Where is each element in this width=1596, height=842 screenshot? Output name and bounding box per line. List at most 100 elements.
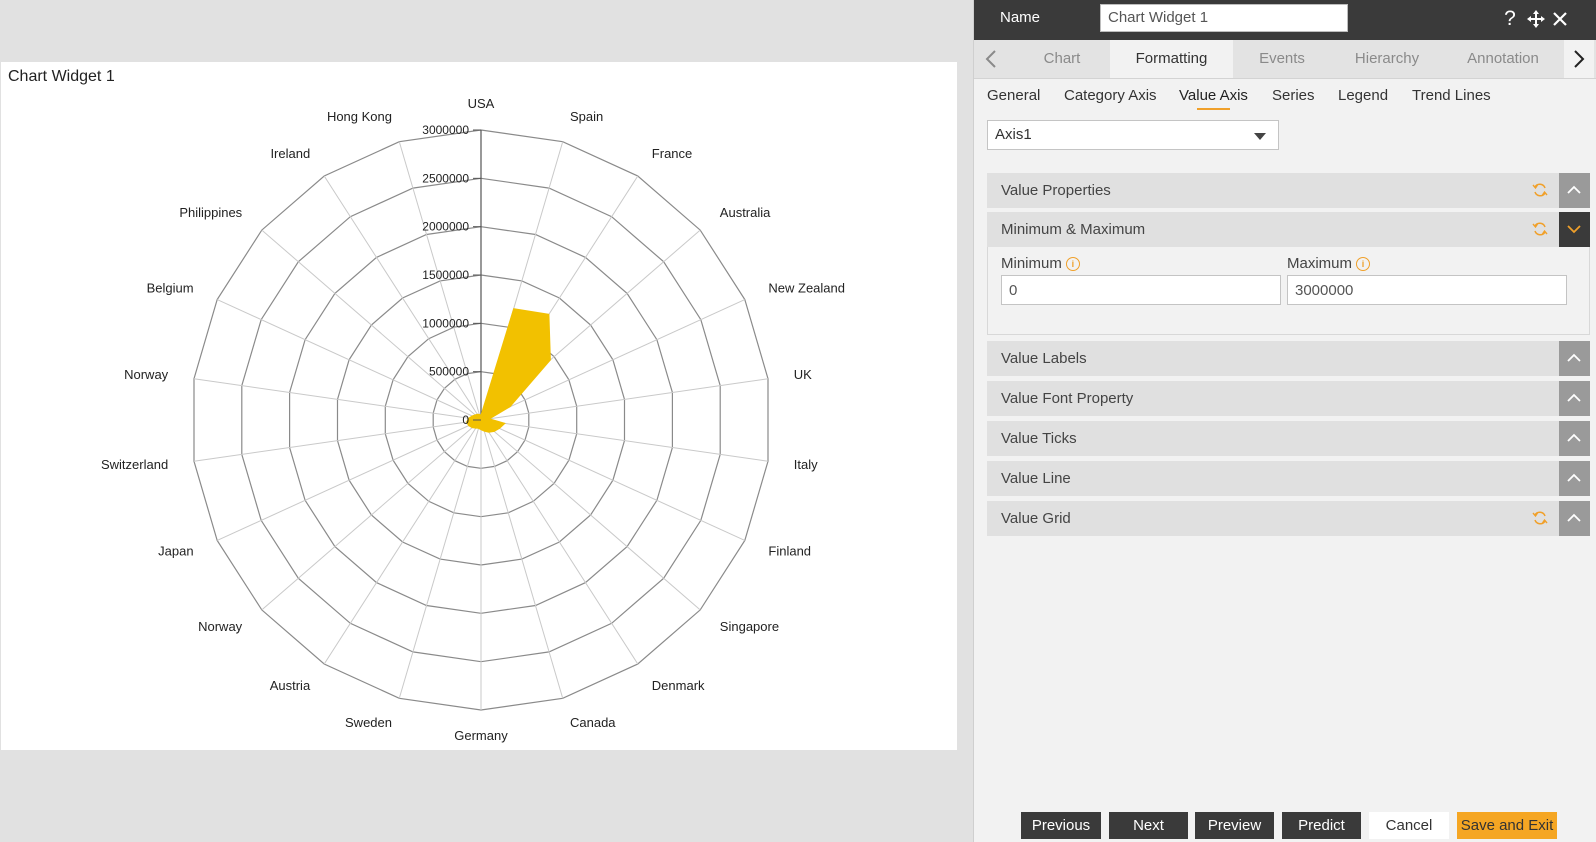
value-tick-label: 1000000 xyxy=(422,316,469,330)
help-icon[interactable]: ? xyxy=(1498,6,1522,32)
value-tick-label: 500000 xyxy=(429,365,469,379)
section-label: Value Line xyxy=(1001,470,1071,487)
category-label: Germany xyxy=(454,728,508,743)
section-value-font-property[interactable]: Value Font Property xyxy=(987,381,1590,416)
collapse-toggle[interactable] xyxy=(1559,501,1590,536)
expand-toggle[interactable] xyxy=(1559,212,1590,247)
subtab-trend-lines[interactable]: Trend Lines xyxy=(1412,87,1491,104)
min-max-body: Minimumi Maximumi xyxy=(987,247,1590,335)
section-value-ticks[interactable]: Value Ticks xyxy=(987,421,1590,456)
minimum-label: Minimum i xyxy=(1001,255,1080,272)
value-tick-label: 3000000 xyxy=(422,123,469,137)
maximum-input[interactable] xyxy=(1287,275,1567,305)
subtab-general[interactable]: General xyxy=(987,87,1040,104)
reset-icon[interactable] xyxy=(1532,182,1548,198)
cancel-button[interactable]: Cancel xyxy=(1369,812,1449,839)
tab-formatting[interactable]: Formatting xyxy=(1110,40,1233,78)
category-label: Philippines xyxy=(179,205,242,220)
tab-events[interactable]: Events xyxy=(1233,40,1331,78)
next-button[interactable]: Next xyxy=(1109,812,1188,839)
axis-select-value: Axis1 xyxy=(995,126,1032,143)
subtab-series[interactable]: Series xyxy=(1272,87,1315,104)
category-label: Finland xyxy=(768,543,811,558)
tab-annotation[interactable]: Annotation xyxy=(1443,40,1563,78)
section-label: Value Properties xyxy=(1001,182,1111,199)
reset-icon[interactable] xyxy=(1532,510,1548,526)
panel-tabs: Chart Formatting Events Hierarchy Annota… xyxy=(974,40,1596,79)
panel-header: Name ? xyxy=(974,0,1596,40)
previous-button[interactable]: Previous xyxy=(1021,812,1101,839)
tabs-scroll-left-icon[interactable] xyxy=(976,40,1006,78)
preview-button[interactable]: Preview xyxy=(1195,812,1274,839)
category-label: New Zealand xyxy=(768,281,845,296)
widget-name-input[interactable] xyxy=(1100,4,1348,32)
section-min-max[interactable]: Minimum & Maximum xyxy=(987,212,1590,247)
category-label: Spain xyxy=(570,109,603,124)
tabs-scroll-right-icon[interactable] xyxy=(1564,40,1594,78)
section-value-properties[interactable]: Value Properties xyxy=(987,173,1590,208)
tab-hierarchy[interactable]: Hierarchy xyxy=(1331,40,1443,78)
radar-chart: 0 500000 1000000 1500000 2000000 2500000 30000… xyxy=(101,96,845,743)
category-label: Canada xyxy=(570,715,616,730)
collapse-toggle[interactable] xyxy=(1559,173,1590,208)
radar-spoke xyxy=(323,175,482,421)
category-label: Italy xyxy=(794,457,818,472)
chevron-up-icon xyxy=(1567,433,1581,442)
radar-spoke xyxy=(480,419,639,665)
category-label: Singapore xyxy=(720,619,779,634)
radar-spoke xyxy=(480,419,746,541)
section-value-line[interactable]: Value Line xyxy=(987,461,1590,496)
category-label: Norway xyxy=(198,619,243,634)
chevron-down-icon xyxy=(1254,133,1266,140)
value-tick-label: 1500000 xyxy=(422,268,469,282)
subtab-legend[interactable]: Legend xyxy=(1338,87,1388,104)
info-icon[interactable]: i xyxy=(1065,257,1080,271)
reset-icon[interactable] xyxy=(1532,221,1548,237)
predict-button[interactable]: Predict xyxy=(1282,812,1361,839)
collapse-toggle[interactable] xyxy=(1559,381,1590,416)
section-label: Minimum & Maximum xyxy=(1001,221,1146,238)
section-label: Value Grid xyxy=(1001,510,1071,527)
info-icon[interactable]: i xyxy=(1356,257,1371,271)
subtab-value-axis[interactable]: Value Axis xyxy=(1179,87,1248,110)
chevron-up-icon xyxy=(1567,185,1581,194)
chevron-up-icon xyxy=(1567,353,1581,362)
move-icon[interactable] xyxy=(1524,6,1548,36)
section-label: Value Labels xyxy=(1001,350,1087,367)
section-label: Value Font Property xyxy=(1001,390,1134,407)
category-label: France xyxy=(652,146,692,161)
collapse-toggle[interactable] xyxy=(1559,461,1590,496)
chevron-up-icon xyxy=(1567,513,1581,522)
maximum-label: Maximum i xyxy=(1287,255,1371,272)
category-label: Norway xyxy=(124,367,169,382)
chevron-up-icon xyxy=(1567,473,1581,482)
section-value-grid[interactable]: Value Grid xyxy=(987,501,1590,536)
radar-spoke xyxy=(480,419,701,611)
category-label: Switzerland xyxy=(101,457,168,472)
close-icon[interactable] xyxy=(1548,6,1572,34)
category-label: Austria xyxy=(270,678,311,693)
tab-chart[interactable]: Chart xyxy=(1014,40,1110,78)
properties-panel: Name ? Chart Formatting Events Hierarchy… xyxy=(973,0,1596,842)
radar-spoke xyxy=(261,419,482,611)
minimum-input[interactable] xyxy=(1001,275,1281,305)
axis-select[interactable]: Axis1 xyxy=(987,120,1279,150)
radar-spoke xyxy=(480,419,564,699)
value-tick-label: 2500000 xyxy=(422,171,469,185)
chart-widget[interactable]: Chart Widget 1 0 500000 1000000 1500000 2000… xyxy=(1,62,957,750)
save-and-exit-button[interactable]: Save and Exit xyxy=(1457,812,1557,839)
category-label: Japan xyxy=(158,543,193,558)
category-label: Hong Kong xyxy=(327,109,392,124)
collapse-toggle[interactable] xyxy=(1559,341,1590,376)
category-label: Australia xyxy=(720,205,771,220)
radar-spoke xyxy=(216,419,482,541)
category-label: USA xyxy=(468,96,495,111)
subtab-category-axis[interactable]: Category Axis xyxy=(1064,87,1157,104)
collapse-toggle[interactable] xyxy=(1559,421,1590,456)
section-value-labels[interactable]: Value Labels xyxy=(987,341,1590,376)
name-label: Name xyxy=(1000,9,1041,26)
radar-spoke xyxy=(323,419,482,665)
category-label: UK xyxy=(794,367,812,382)
radar-spoke xyxy=(398,419,482,699)
category-label: Belgium xyxy=(147,281,194,296)
